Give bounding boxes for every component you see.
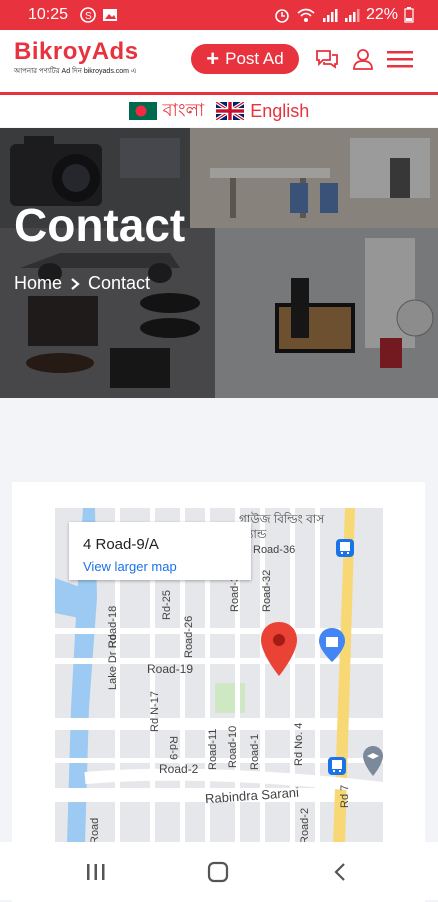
brand-name: BikroyAds — [14, 38, 139, 65]
svg-text:S: S — [85, 11, 92, 22]
location-pin-icon[interactable] — [259, 620, 299, 678]
alarm-icon — [275, 9, 289, 23]
street-label-road36: Road-36 — [253, 544, 296, 556]
site-header: BikroyAds আপনার পণ্যটির Ad দিন bikroyads… — [0, 30, 438, 95]
poi-label-bus-stand: গাউজ বিল্ডিং বাস স্ট্যান্ড — [239, 512, 325, 541]
status-bar: 10:25 S 22% — [0, 0, 438, 30]
home-icon[interactable] — [207, 861, 229, 883]
user-icon[interactable] — [351, 47, 375, 71]
street-label-road: Road — [89, 817, 101, 844]
street-label-road2: Road-2 — [159, 762, 199, 776]
menu-icon[interactable] — [386, 47, 414, 71]
language-bangla[interactable]: বাংলা — [128, 96, 205, 127]
bus-stop-icon[interactable] — [335, 538, 355, 558]
breadcrumb: Home Contact — [14, 273, 150, 294]
street-label-road2b: Road-2 — [299, 807, 311, 844]
street-label-road32: Road-32 — [261, 569, 273, 612]
street-label-road26: Road-26 — [183, 615, 195, 658]
street-label-rd9: Rd-9 — [167, 736, 179, 760]
back-icon[interactable] — [333, 862, 347, 882]
hero-banner: Contact Home Contact — [0, 128, 438, 398]
view-larger-map-link[interactable]: View larger map — [83, 559, 177, 574]
breadcrumb-home[interactable]: Home — [14, 273, 62, 294]
status-time: 10:25 — [28, 6, 69, 23]
site-logo[interactable]: BikroyAds আপনার পণ্যটির Ad দিন bikroyads… — [14, 38, 139, 77]
language-english[interactable]: English — [216, 101, 309, 122]
map-info-window: 4 Road-9/A View larger map — [69, 522, 251, 580]
bus-stop-icon-2[interactable] — [327, 756, 347, 776]
battery-icon — [404, 7, 414, 23]
uk-flag-icon — [216, 102, 245, 120]
status-right: 22% — [274, 6, 414, 24]
chevron-right-icon — [71, 277, 80, 290]
street-label-rd7: Rd 7 — [339, 784, 351, 808]
battery-percent: 22% — [365, 6, 398, 23]
street-label-road19: Road-19 — [147, 662, 194, 676]
map-address: 4 Road-9/A — [83, 536, 159, 553]
language-english-label: English — [250, 100, 310, 121]
street-label-rd-no4: Rd No. 4 — [293, 722, 305, 766]
wifi-icon — [297, 8, 315, 22]
language-selector: বাংলা English — [0, 95, 438, 127]
breadcrumb-current: Contact — [88, 273, 151, 293]
system-nav-bar — [0, 842, 438, 900]
post-ad-label: Post Ad — [225, 49, 284, 68]
signal-icon-2 — [344, 9, 360, 22]
shopping-pin-icon[interactable] — [317, 626, 347, 664]
street-label-rd-n17: Rd N-17 — [149, 691, 161, 732]
chat-icon[interactable] — [314, 47, 340, 71]
plus-icon: + — [206, 46, 220, 71]
page-title: Contact — [14, 199, 186, 251]
image-icon — [103, 9, 117, 21]
language-bangla-label: বাংলা — [162, 99, 205, 120]
street-label-road1: Road-1 — [249, 733, 261, 770]
street-label-rd25: Rd-25 — [161, 590, 173, 620]
post-ad-button[interactable]: + Post Ad — [191, 44, 299, 74]
recent-apps-icon[interactable] — [85, 862, 107, 882]
school-pin-icon[interactable] — [361, 744, 383, 778]
street-label-road11: Road-11 — [207, 728, 219, 770]
bangladesh-flag-icon — [128, 102, 157, 120]
street-label-lake-dr: Lake Dr Rd — [107, 634, 119, 690]
skype-icon: S — [80, 7, 96, 23]
hero-overlay — [0, 128, 438, 398]
brand-tagline: আপনার পণ্যটির Ad দিন bikroyads.com এ — [14, 68, 137, 75]
signal-icon — [322, 9, 338, 22]
street-label-road10: Road-10 — [227, 725, 239, 768]
notification-icons: S — [80, 7, 118, 23]
